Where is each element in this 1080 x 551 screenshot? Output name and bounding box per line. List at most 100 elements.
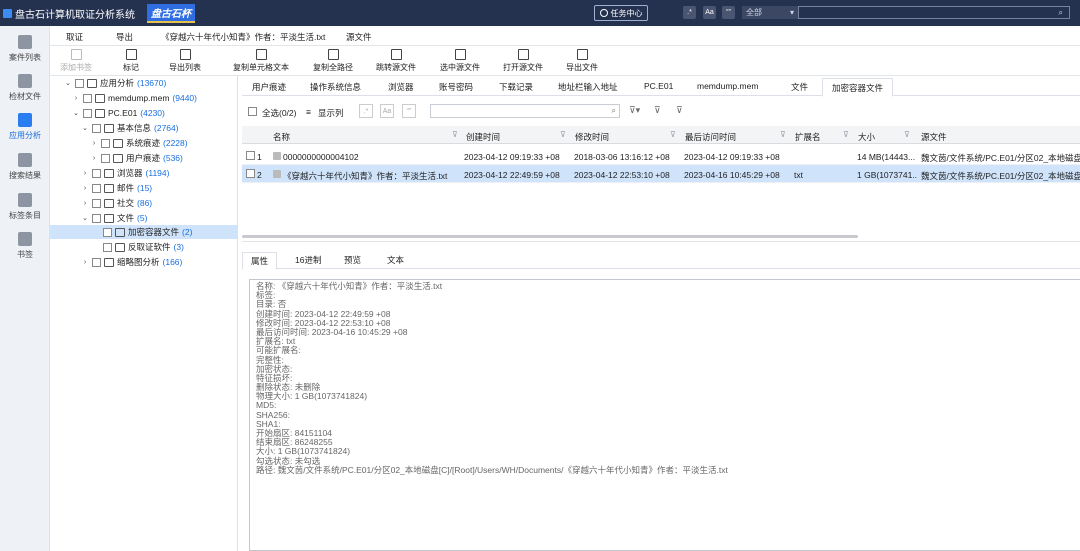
tab-address-bar[interactable]: 地址栏输入地址 bbox=[558, 81, 618, 93]
col-size[interactable]: 大小 bbox=[858, 131, 875, 143]
filter-dropdown-icon[interactable]: ⊽▾ bbox=[629, 105, 640, 116]
column-filter-icon[interactable]: ⊽ bbox=[670, 130, 676, 139]
select-all-checkbox[interactable] bbox=[248, 107, 257, 116]
horizontal-scrollbar[interactable] bbox=[242, 235, 858, 238]
filter-reset-icon[interactable]: ⊽ bbox=[676, 105, 683, 116]
match-case-button[interactable]: Aa bbox=[703, 6, 716, 19]
tab-text[interactable]: 文本 bbox=[387, 254, 404, 266]
menu-current-file[interactable]: 《穿越六十年代小知青》作者：平淡生活.txt bbox=[161, 31, 325, 43]
list-filter-input[interactable]: ⌕ bbox=[430, 104, 620, 118]
tree-node-social[interactable]: › 社交 (86) bbox=[81, 196, 152, 210]
tree-node-mail[interactable]: › 邮件 (15) bbox=[81, 181, 152, 195]
add-bookmark-button[interactable]: 添加书签 bbox=[60, 49, 92, 73]
nav-case-list[interactable]: 案件列表 bbox=[0, 32, 50, 72]
chevron-right-icon[interactable]: › bbox=[81, 259, 89, 266]
tree-checkbox[interactable] bbox=[92, 123, 101, 133]
column-filter-icon[interactable]: ⊽ bbox=[452, 130, 458, 139]
properties-panel[interactable]: 名称: 《穿越六十年代小知青》作者：平淡生活.txt 标签: 目录: 否 创建时… bbox=[249, 279, 1080, 551]
list-word-button[interactable]: “” bbox=[402, 104, 416, 118]
tree-checkbox[interactable] bbox=[101, 138, 110, 148]
nav-app-analysis[interactable]: 应用分析 bbox=[0, 110, 50, 150]
tab-properties[interactable]: 属性 bbox=[242, 252, 278, 270]
menu-source-file[interactable]: 源文件 bbox=[346, 31, 372, 43]
menu-forensics[interactable]: 取证 bbox=[66, 31, 83, 43]
tree-node-memdump[interactable]: › memdump.mem (9440) bbox=[72, 91, 197, 105]
chevron-down-icon[interactable]: ⌄ bbox=[81, 124, 89, 132]
tree-node-browser[interactable]: › 浏览器 (1194) bbox=[81, 166, 170, 180]
table-row[interactable]: 2 《穿越六十年代小知青》作者：平淡生活.txt 2023-04-12 22:4… bbox=[242, 165, 1080, 183]
tab-accounts[interactable]: 账号密码 bbox=[439, 81, 473, 93]
column-filter-icon[interactable]: ⊽ bbox=[904, 130, 910, 139]
tree-node-root[interactable]: ⌄ 应用分析 (13670) bbox=[64, 76, 166, 90]
copy-full-path-button[interactable]: 复制全路径 bbox=[313, 49, 353, 73]
table-row[interactable]: 1 0000000000004102 2023-04-12 09:19:33 +… bbox=[242, 147, 1080, 165]
tree-node-encrypted-container[interactable]: 加密容器文件 (2) bbox=[50, 225, 238, 239]
search-scope-select[interactable]: 全部 ▾ bbox=[742, 6, 798, 19]
export-list-button[interactable]: 导出列表 bbox=[169, 49, 201, 73]
col-source-file[interactable]: 源文件 bbox=[921, 131, 947, 143]
mark-button[interactable]: 标记 bbox=[123, 49, 139, 73]
tree-checkbox[interactable] bbox=[75, 78, 84, 88]
column-filter-icon[interactable]: ⊽ bbox=[560, 130, 566, 139]
show-columns-button[interactable]: 显示列 bbox=[318, 107, 344, 119]
tree-checkbox[interactable] bbox=[103, 227, 112, 237]
col-extension[interactable]: 扩展名 bbox=[795, 131, 821, 143]
tree-node-anti-forensics[interactable]: 反取证软件 (3) bbox=[100, 240, 184, 254]
tree-node-system-traces[interactable]: › 系统痕迹 (2228) bbox=[90, 136, 188, 150]
whole-word-button[interactable]: “” bbox=[722, 6, 735, 19]
chevron-right-icon[interactable]: › bbox=[81, 170, 89, 177]
chevron-right-icon[interactable]: › bbox=[72, 95, 80, 102]
chevron-right-icon[interactable]: › bbox=[81, 200, 89, 207]
tab-hex[interactable]: 16进制 bbox=[295, 254, 321, 266]
search-icon[interactable]: ⌕ bbox=[612, 106, 616, 116]
regex-toggle-button[interactable]: .* bbox=[683, 6, 696, 19]
tab-user-traces[interactable]: 用户痕迹 bbox=[252, 81, 286, 93]
tree-node-user-traces[interactable]: › 用户痕迹 (536) bbox=[90, 151, 183, 165]
nav-bookmarks[interactable]: 书签 bbox=[0, 229, 50, 269]
tree-checkbox[interactable] bbox=[92, 257, 101, 267]
task-center-button[interactable]: 任务中心 bbox=[594, 5, 648, 21]
tree-checkbox[interactable] bbox=[101, 153, 110, 163]
chevron-right-icon[interactable]: › bbox=[90, 155, 98, 162]
column-filter-icon[interactable]: ⊽ bbox=[780, 130, 786, 139]
tree-checkbox[interactable] bbox=[103, 242, 112, 252]
tree-checkbox[interactable] bbox=[83, 93, 92, 103]
col-accessed[interactable]: 最后访问时间 bbox=[685, 131, 736, 143]
tree-checkbox[interactable] bbox=[83, 108, 92, 118]
chevron-right-icon[interactable]: › bbox=[81, 185, 89, 192]
row-checkbox[interactable] bbox=[246, 169, 255, 178]
col-name[interactable]: 名称 bbox=[273, 131, 290, 143]
col-created[interactable]: 创建时间 bbox=[466, 131, 500, 143]
filter-clear-icon[interactable]: ⊽ bbox=[654, 105, 661, 116]
tab-files[interactable]: 文件 bbox=[791, 81, 808, 93]
export-file-button[interactable]: 导出文件 bbox=[566, 49, 598, 73]
jump-source-file-button[interactable]: 跳转源文件 bbox=[376, 49, 416, 73]
global-search-input[interactable]: ⌕ bbox=[798, 6, 1070, 19]
tab-encrypted-container[interactable]: 加密容器文件 bbox=[822, 78, 894, 97]
chevron-right-icon[interactable]: › bbox=[90, 140, 98, 147]
tab-memdump[interactable]: memdump.mem bbox=[697, 81, 758, 91]
chevron-down-icon[interactable]: ⌄ bbox=[64, 79, 72, 87]
tree-checkbox[interactable] bbox=[92, 213, 101, 223]
select-source-file-button[interactable]: 选中源文件 bbox=[440, 49, 480, 73]
chevron-down-icon[interactable]: ⌄ bbox=[81, 214, 89, 222]
tab-pc-e01[interactable]: PC.E01 bbox=[644, 81, 673, 91]
columns-icon[interactable]: ≡ bbox=[306, 107, 311, 117]
tree-checkbox[interactable] bbox=[92, 168, 101, 178]
list-regex-button[interactable]: .* bbox=[359, 104, 373, 118]
col-modified[interactable]: 修改时间 bbox=[575, 131, 609, 143]
tree-checkbox[interactable] bbox=[92, 183, 101, 193]
nav-tag-items[interactable]: 标签条目 bbox=[0, 190, 50, 230]
nav-evidence-files[interactable]: 检材文件 bbox=[0, 71, 50, 111]
tab-os-info[interactable]: 操作系统信息 bbox=[310, 81, 361, 93]
tree-checkbox[interactable] bbox=[92, 198, 101, 208]
tab-downloads[interactable]: 下载记录 bbox=[499, 81, 533, 93]
pane-divider[interactable] bbox=[242, 241, 1080, 242]
tree-node-files[interactable]: ⌄ 文件 (5) bbox=[81, 211, 147, 225]
column-filter-icon[interactable]: ⊽ bbox=[843, 130, 849, 139]
tab-browser[interactable]: 浏览器 bbox=[388, 81, 414, 93]
copy-cell-text-button[interactable]: 复制单元格文本 bbox=[233, 49, 289, 73]
open-source-file-button[interactable]: 打开源文件 bbox=[503, 49, 543, 73]
tab-preview[interactable]: 预览 bbox=[344, 254, 361, 266]
row-checkbox[interactable] bbox=[246, 151, 255, 160]
